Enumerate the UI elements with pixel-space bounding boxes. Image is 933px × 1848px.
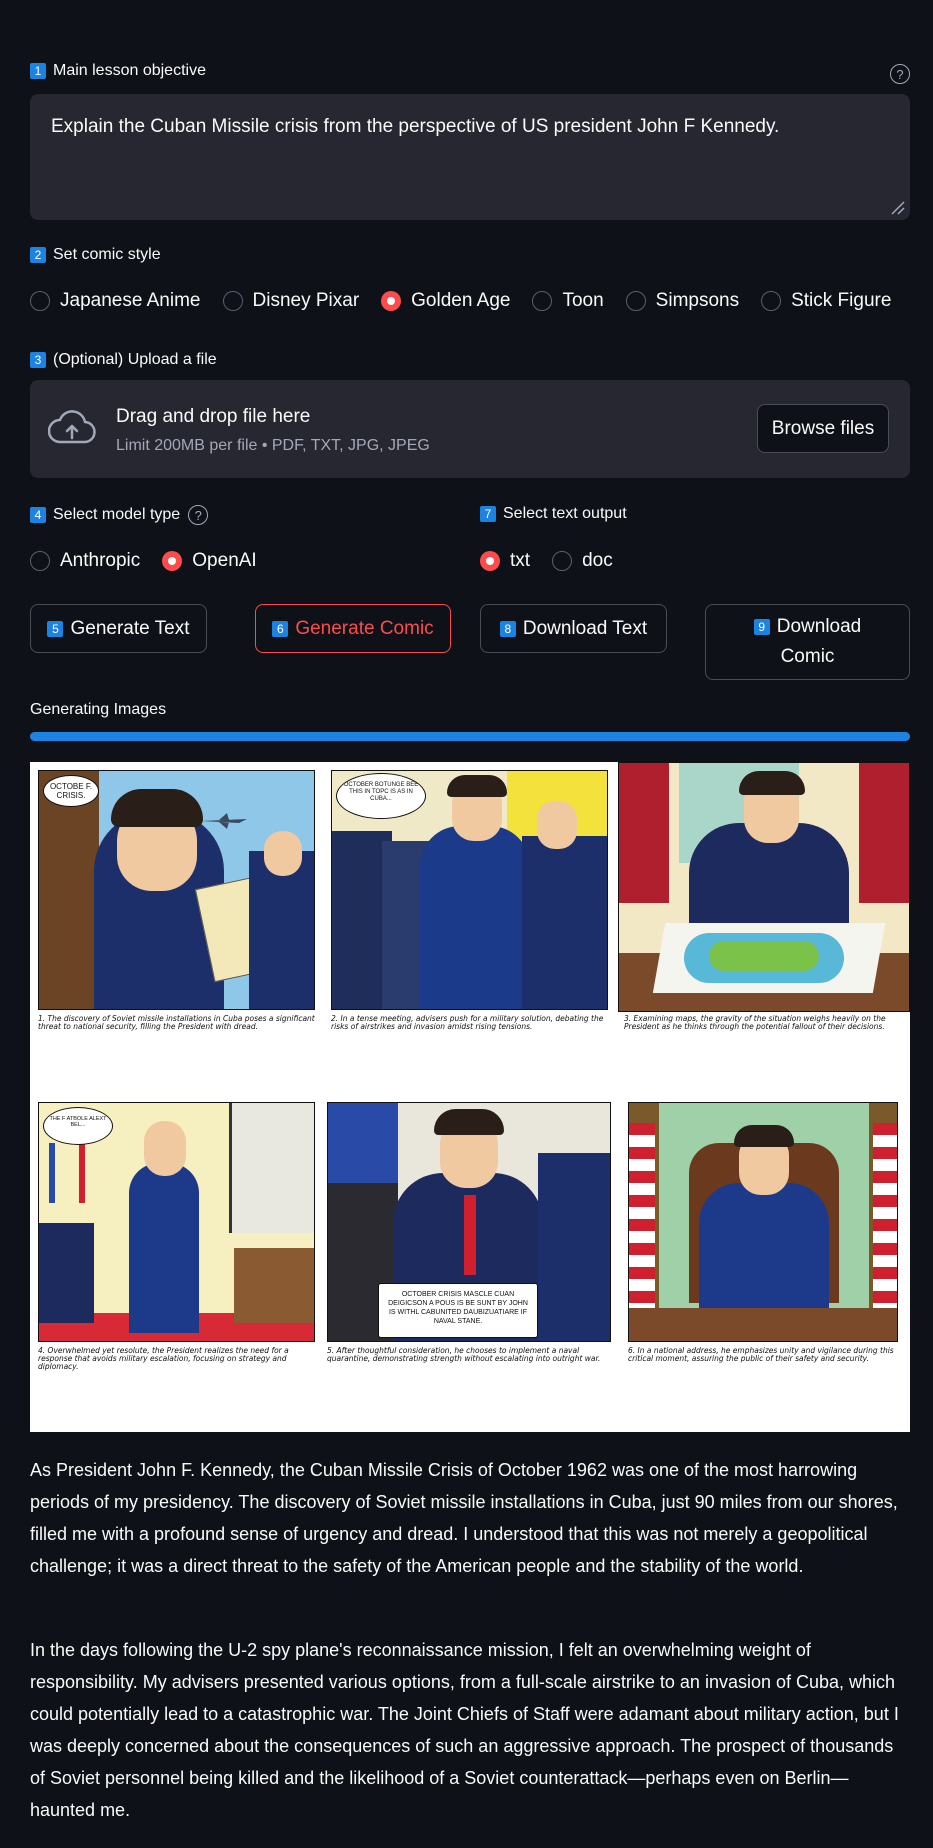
output-option-doc[interactable]: doc bbox=[552, 550, 613, 572]
model-option-openai[interactable]: OpenAI bbox=[162, 550, 257, 572]
panel-caption: 5. After thoughtful consideration, he ch… bbox=[327, 1346, 601, 1363]
step-badge: 8 bbox=[499, 620, 516, 637]
text-output-label-text: Select text output bbox=[503, 505, 627, 522]
speech-bubble: OCTOBER BOTUNGE BEE THIS IN TOPC IS AS I… bbox=[336, 773, 426, 819]
upload-label-text: (Optional) Upload a file bbox=[53, 351, 217, 368]
radio-circle-selected[interactable] bbox=[381, 291, 402, 311]
file-dropzone[interactable]: Drag and drop file here Limit 200MB per … bbox=[30, 380, 910, 478]
speech-bubble: OCTOBER CRISIS MASCLE CUAN DEIGICSON A P… bbox=[378, 1283, 538, 1338]
objective-value: Explain the Cuban Missile crisis from th… bbox=[51, 116, 780, 137]
comic-panel-1: OCTOBE F. CRISIS. bbox=[38, 770, 315, 1010]
comic-panel-2: OCTOBER BOTUNGE BEE THIS IN TOPC IS AS I… bbox=[331, 770, 608, 1010]
comic-panel-5: OCTOBER CRISIS MASCLE CUAN DEIGICSON A P… bbox=[327, 1102, 611, 1342]
panel-caption: 3. Examining maps, the gravity of the si… bbox=[624, 1014, 886, 1031]
style-radio-group: Japanese Anime Disney Pixar Golden Age T… bbox=[30, 290, 913, 312]
status-label: Generating Images bbox=[30, 701, 167, 718]
option-label: Stick Figure bbox=[791, 290, 892, 311]
option-label: doc bbox=[582, 550, 613, 571]
radio-circle[interactable] bbox=[625, 291, 646, 311]
output-paragraph: In the days following the U-2 spy plane'… bbox=[30, 1640, 899, 1820]
step-badge: 3 bbox=[30, 352, 46, 368]
panel-caption: 1. The discovery of Soviet missile insta… bbox=[38, 1014, 315, 1031]
button-label: Download bbox=[776, 616, 862, 637]
step-badge: 7 bbox=[480, 506, 496, 522]
radio-circle-selected[interactable] bbox=[480, 551, 500, 571]
download-comic-button[interactable]: 9 Download Comic bbox=[705, 604, 910, 680]
comic-image: OCTOBE F. CRISIS. 1. The discovery of So… bbox=[30, 762, 910, 1432]
model-option-anthropic[interactable]: Anthropic bbox=[30, 550, 140, 572]
step-badge: 1 bbox=[30, 63, 46, 79]
style-option-golden-age[interactable]: Golden Age bbox=[381, 290, 510, 312]
comic-panel-3 bbox=[618, 762, 910, 1012]
drop-subtitle: Limit 200MB per file • PDF, TXT, JPG, JP… bbox=[116, 437, 430, 454]
step-badge: 2 bbox=[30, 247, 46, 263]
radio-circle[interactable] bbox=[552, 551, 573, 571]
option-label: Disney Pixar bbox=[252, 290, 360, 311]
cloud-upload-icon bbox=[48, 410, 96, 444]
radio-circle[interactable] bbox=[532, 291, 553, 311]
help-icon[interactable]: ? bbox=[188, 505, 209, 525]
step-badge: 5 bbox=[47, 620, 64, 637]
style-label: 2 Set comic style bbox=[30, 246, 161, 264]
style-option-disney-pixar[interactable]: Disney Pixar bbox=[222, 290, 360, 312]
style-option-toon[interactable]: Toon bbox=[532, 290, 604, 312]
objective-label: 1 Main lesson objective bbox=[30, 62, 206, 80]
option-label: txt bbox=[510, 550, 531, 571]
panel-caption: 4. Overwhelmed yet resolute, the Preside… bbox=[38, 1346, 289, 1371]
style-option-stick-figure[interactable]: Stick Figure bbox=[761, 290, 891, 312]
output-option-txt[interactable]: txt bbox=[480, 550, 530, 572]
radio-circle-selected[interactable] bbox=[162, 551, 183, 571]
style-label-text: Set comic style bbox=[53, 246, 161, 263]
option-label: Simpsons bbox=[655, 290, 740, 311]
option-label: OpenAI bbox=[192, 550, 257, 571]
option-label: Toon bbox=[562, 290, 604, 311]
progress-bar bbox=[30, 732, 910, 741]
radio-circle[interactable] bbox=[30, 551, 50, 571]
option-label: Anthropic bbox=[60, 550, 141, 571]
button-label: Download Text bbox=[522, 617, 648, 639]
text-output-radio-group: txt doc bbox=[480, 550, 635, 572]
comic-panel-4: THE F ATBOLE ALEXT BEL... bbox=[38, 1102, 315, 1342]
button-label: Generate Comic bbox=[295, 617, 434, 639]
button-label: Generate Text bbox=[70, 617, 190, 639]
step-badge: 4 bbox=[30, 507, 46, 523]
browse-files-button[interactable]: Browse files bbox=[757, 404, 889, 453]
resize-handle-icon[interactable] bbox=[888, 198, 906, 216]
objective-label-text: Main lesson objective bbox=[53, 62, 206, 79]
model-radio-group: Anthropic OpenAI bbox=[30, 550, 279, 572]
style-option-simpsons[interactable]: Simpsons bbox=[625, 290, 740, 312]
progress-track bbox=[30, 732, 910, 741]
generate-comic-button[interactable]: 6 Generate Comic bbox=[255, 604, 451, 653]
comic-panel-6 bbox=[628, 1102, 898, 1342]
panel-caption: 2. In a tense meeting, advisers push for… bbox=[331, 1014, 604, 1031]
text-output-label: 7 Select text output bbox=[480, 505, 627, 523]
option-label: Golden Age bbox=[411, 290, 511, 311]
speech-bubble: THE F ATBOLE ALEXT BEL... bbox=[43, 1107, 113, 1145]
step-badge: 9 bbox=[753, 618, 770, 635]
upload-label: 3 (Optional) Upload a file bbox=[30, 351, 217, 369]
speech-bubble: OCTOBE F. CRISIS. bbox=[43, 775, 99, 807]
download-text-button[interactable]: 8 Download Text bbox=[480, 604, 667, 653]
panel-caption: 6. In a national address, he emphasizes … bbox=[628, 1346, 894, 1363]
objective-textarea[interactable]: Explain the Cuban Missile crisis from th… bbox=[30, 94, 910, 220]
step-badge: 6 bbox=[272, 620, 289, 637]
radio-circle[interactable] bbox=[222, 291, 243, 311]
radio-circle[interactable] bbox=[30, 291, 50, 311]
help-icon[interactable]: ? bbox=[890, 64, 910, 84]
generate-text-button[interactable]: 5 Generate Text bbox=[30, 604, 207, 653]
radio-circle[interactable] bbox=[761, 291, 782, 311]
button-label: Comic bbox=[780, 646, 835, 667]
drop-title: Drag and drop file here bbox=[116, 406, 311, 427]
option-label: Japanese Anime bbox=[60, 290, 201, 311]
style-option-japanese-anime[interactable]: Japanese Anime bbox=[30, 290, 201, 312]
output-paragraph: As President John F. Kennedy, the Cuban … bbox=[30, 1460, 898, 1576]
model-label-text: Select model type bbox=[53, 506, 181, 523]
model-label: 4 Select model type ? bbox=[30, 505, 209, 525]
